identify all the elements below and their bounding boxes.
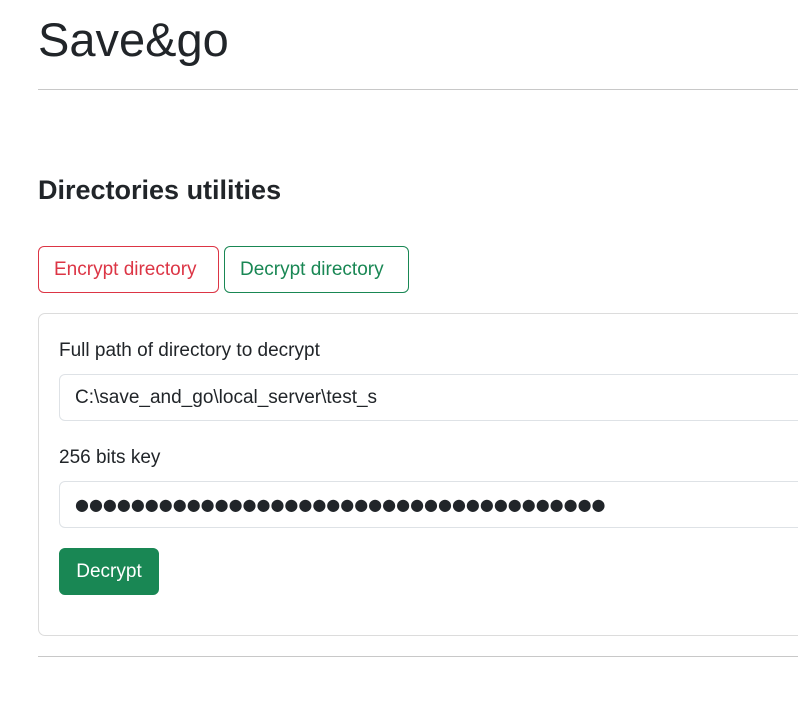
decrypt-directory-button[interactable]: Decrypt directory xyxy=(224,246,409,293)
header-divider xyxy=(38,89,798,90)
encrypt-directory-button[interactable]: Encrypt directory xyxy=(38,246,219,293)
decrypt-form-card: Full path of directory to decrypt 256 bi… xyxy=(38,313,798,636)
page: Save&go Directories utilities Encrypt di… xyxy=(0,0,798,702)
decrypt-button[interactable]: Decrypt xyxy=(59,548,159,595)
app-title: Save&go xyxy=(38,13,229,66)
section-title: Directories utilities xyxy=(38,175,282,205)
key-input[interactable] xyxy=(59,481,798,528)
footer-divider xyxy=(38,656,798,657)
directory-path-label: Full path of directory to decrypt xyxy=(59,340,320,361)
key-label: 256 bits key xyxy=(59,447,161,468)
directory-path-input[interactable] xyxy=(59,374,798,421)
